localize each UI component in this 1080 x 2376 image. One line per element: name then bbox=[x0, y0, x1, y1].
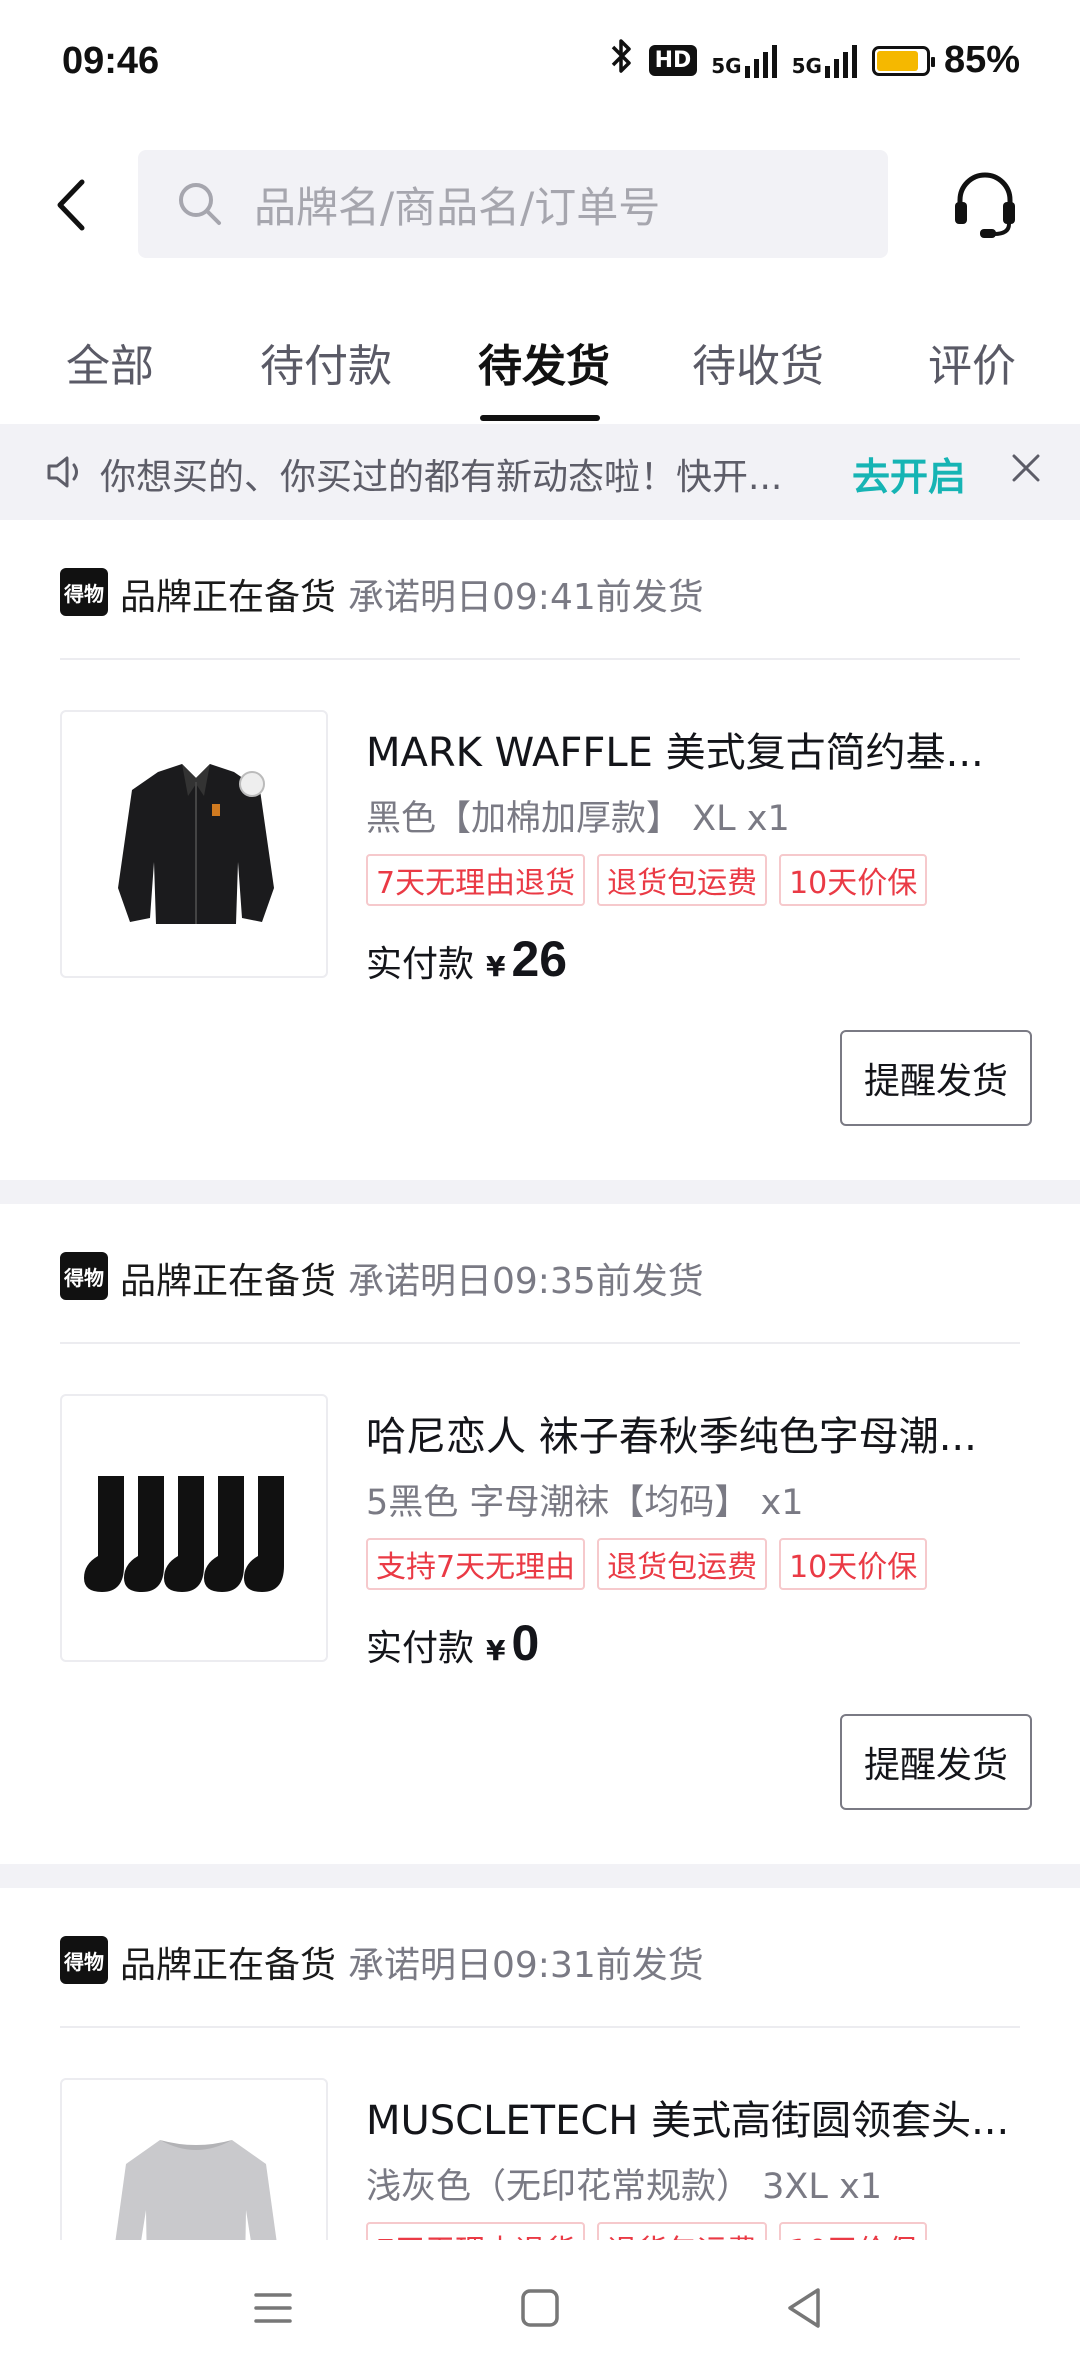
card-separator bbox=[0, 1864, 1080, 1888]
product-image-sweatshirt[interactable] bbox=[60, 2078, 328, 2240]
tag-return: 7天无理由退货 bbox=[366, 854, 586, 906]
notification-banner: 你想买的、你买过的都有新动态啦！快开... 去开启 bbox=[0, 424, 1080, 520]
tab-pending-shipment[interactable]: 待发货 bbox=[478, 330, 610, 394]
home-icon[interactable] bbox=[520, 2288, 560, 2328]
product-title[interactable]: MARK WAFFLE 美式复古简约基... bbox=[366, 720, 1006, 778]
card-separator bbox=[0, 1180, 1080, 1204]
amount-value: 0 bbox=[511, 1615, 540, 1671]
sweatshirt-image bbox=[115, 2140, 277, 2240]
menu-icon[interactable] bbox=[254, 2292, 292, 2324]
shop-status: 品牌正在备货 bbox=[120, 1261, 337, 1302]
close-icon[interactable] bbox=[1010, 452, 1042, 484]
order-card: 得物 品牌正在备货 承诺明日09:31前发货 MUSCLETECH 美式高街圆领… bbox=[0, 1888, 1080, 2240]
status-bar: 09:46 HD 5G 5G 85% bbox=[0, 0, 1080, 130]
back-triangle-icon[interactable] bbox=[784, 2286, 824, 2330]
tab-pending-payment[interactable]: 待付款 bbox=[260, 330, 392, 394]
search-bar[interactable]: 品牌名/商品名/订单号 bbox=[138, 150, 888, 258]
amount-value: 26 bbox=[511, 931, 568, 987]
ship-promise: 承诺明日09:35前发货 bbox=[348, 1261, 704, 1302]
product-image-jacket[interactable] bbox=[60, 710, 328, 978]
tag-return: 7天无理由退货 bbox=[366, 2222, 586, 2240]
product-title[interactable]: 哈尼恋人 袜子春秋季纯色字母潮... bbox=[366, 1404, 1006, 1462]
customer-service-button[interactable] bbox=[950, 168, 1020, 240]
tag-price-protect: 10天价保 bbox=[779, 2222, 928, 2240]
brand-logo: 得物 bbox=[60, 568, 108, 616]
jacket-image bbox=[118, 764, 274, 924]
pay-label: 实付款 bbox=[366, 944, 475, 985]
currency-symbol: ¥ bbox=[486, 950, 506, 983]
shop-status: 品牌正在备货 bbox=[120, 1945, 337, 1986]
headset-icon bbox=[955, 172, 1015, 238]
search-icon bbox=[179, 183, 221, 225]
tab-all[interactable]: 全部 bbox=[66, 330, 154, 394]
enable-notification-button[interactable]: 去开启 bbox=[852, 446, 966, 501]
service-tags: 7天无理由退货 退货包运费 10天价保 bbox=[366, 2222, 928, 2240]
signal-icon-1: 5G bbox=[711, 44, 777, 78]
status-time: 09:46 bbox=[62, 40, 160, 82]
brand-logo: 得物 bbox=[60, 1252, 108, 1300]
tag-price-protect: 10天价保 bbox=[779, 854, 928, 906]
order-tabs: 全部 待付款 待发货 待收货 评价 bbox=[0, 320, 1080, 421]
product-title[interactable]: MUSCLETECH 美式高街圆领套头... bbox=[366, 2088, 1006, 2146]
tag-free-return-shipping: 退货包运费 bbox=[597, 1538, 768, 1590]
order-card: 得物 品牌正在备货 承诺明日09:41前发货 MARK WAFFLE 美式复古简… bbox=[0, 520, 1080, 1180]
service-tags: 支持7天无理由 退货包运费 10天价保 bbox=[366, 1538, 928, 1590]
active-tab-indicator bbox=[480, 415, 600, 421]
speaker-icon bbox=[47, 456, 78, 488]
tab-pending-receipt[interactable]: 待收货 bbox=[692, 330, 824, 394]
back-arrow-icon bbox=[57, 179, 85, 231]
divider bbox=[60, 2026, 1020, 2028]
brand-logo: 得物 bbox=[60, 1936, 108, 1984]
search-placeholder: 品牌名/商品名/订单号 bbox=[254, 182, 661, 232]
payment-amount: 实付款 ¥ 26 bbox=[366, 930, 567, 988]
notice-text: 你想买的、你买过的都有新动态啦！快开... bbox=[100, 457, 783, 498]
tag-return: 支持7天无理由 bbox=[366, 1538, 586, 1590]
remind-shipment-button[interactable]: 提醒发货 bbox=[840, 1030, 1032, 1126]
payment-amount: 实付款 ¥ 0 bbox=[366, 1614, 539, 1672]
currency-symbol: ¥ bbox=[486, 1634, 506, 1667]
product-image-socks[interactable] bbox=[60, 1394, 328, 1662]
divider bbox=[60, 658, 1020, 660]
status-icons: HD 5G 5G 85% bbox=[609, 38, 1020, 83]
divider bbox=[60, 1342, 1020, 1344]
product-variant: 5黑色 字母潮袜【均码】 x1 bbox=[366, 1483, 804, 1523]
service-tags: 7天无理由退货 退货包运费 10天价保 bbox=[366, 854, 928, 906]
ship-promise: 承诺明日09:31前发货 bbox=[348, 1945, 704, 1986]
back-button[interactable] bbox=[48, 170, 98, 240]
socks-image bbox=[84, 1476, 284, 1592]
product-variant: 黑色【加棉加厚款】 XL x1 bbox=[366, 799, 790, 839]
bluetooth-icon bbox=[609, 38, 635, 83]
remind-shipment-button[interactable]: 提醒发货 bbox=[840, 1714, 1032, 1810]
battery-icon bbox=[871, 45, 935, 76]
battery-percent: 85% bbox=[943, 39, 1020, 81]
order-card: 得物 品牌正在备货 承诺明日09:35前发货 哈尼恋人 袜子春秋季纯色字母潮..… bbox=[0, 1204, 1080, 1864]
pay-label: 实付款 bbox=[366, 1628, 475, 1669]
product-variant: 浅灰色（无印花常规款） 3XL x1 bbox=[366, 2167, 882, 2207]
system-navigation-bar bbox=[0, 2240, 1080, 2376]
tag-free-return-shipping: 退货包运费 bbox=[597, 854, 768, 906]
hd-badge: HD bbox=[648, 45, 698, 76]
tag-price-protect: 10天价保 bbox=[779, 1538, 928, 1590]
tag-free-return-shipping: 退货包运费 bbox=[597, 2222, 768, 2240]
ship-promise: 承诺明日09:41前发货 bbox=[348, 577, 704, 618]
shop-status: 品牌正在备货 bbox=[120, 577, 337, 618]
signal-icon-2: 5G bbox=[792, 44, 858, 78]
tab-review[interactable]: 评价 bbox=[928, 330, 1016, 394]
